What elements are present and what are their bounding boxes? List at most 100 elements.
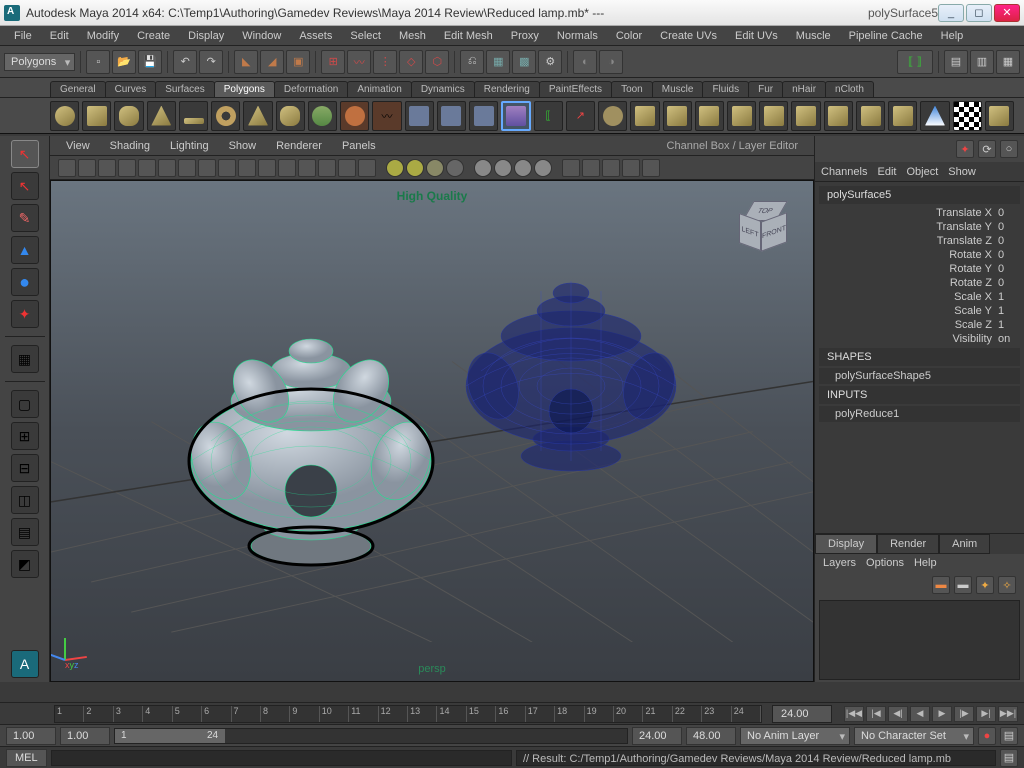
layout-four[interactable]: ⊞ (11, 422, 39, 450)
object-name[interactable]: polySurface5 (819, 186, 1020, 204)
layer-list[interactable] (819, 600, 1020, 680)
snap-curve-button[interactable]: 〰 (347, 50, 371, 74)
poly-cube-button[interactable] (82, 101, 111, 131)
module-dropdown[interactable]: Polygons (4, 53, 75, 71)
shelf-tab-ncloth[interactable]: nCloth (825, 81, 874, 97)
panel-btn[interactable] (198, 159, 216, 177)
panel-btn[interactable] (258, 159, 276, 177)
mirror-button[interactable] (630, 101, 659, 131)
panel-btn[interactable] (278, 159, 296, 177)
panel-btn[interactable] (298, 159, 316, 177)
panel-btn[interactable] (178, 159, 196, 177)
channel-row[interactable]: Translate X0 (815, 206, 1024, 220)
split-button[interactable] (856, 101, 885, 131)
shade-btn[interactable] (514, 159, 532, 177)
panel-btn[interactable] (78, 159, 96, 177)
maya-home-icon[interactable]: A (11, 650, 39, 678)
layout-persp[interactable]: ◩ (11, 550, 39, 578)
shelf-tab-fur[interactable]: Fur (748, 81, 783, 97)
uv-button[interactable] (985, 101, 1014, 131)
select-tool[interactable]: ↖ (11, 140, 39, 168)
script-lang[interactable]: MEL (6, 749, 47, 767)
play-back-button[interactable]: ◀ (910, 706, 930, 722)
current-frame[interactable]: 24.00 (772, 705, 832, 723)
layout-two-h[interactable]: ⊟ (11, 454, 39, 482)
ch-menu-channels[interactable]: Channels (821, 166, 867, 178)
new-scene-button[interactable]: ▫ (86, 50, 110, 74)
shelf-tab-animation[interactable]: Animation (347, 81, 411, 97)
panel-btn[interactable] (622, 159, 640, 177)
ch-menu-object[interactable]: Object (906, 166, 938, 178)
bridge-button[interactable]: ⟦ (534, 101, 563, 131)
normal-button[interactable] (759, 101, 788, 131)
panel-btn[interactable] (138, 159, 156, 177)
bevel-button[interactable] (791, 101, 820, 131)
panel-menu-shading[interactable]: Shading (102, 138, 158, 154)
shade-btn[interactable] (494, 159, 512, 177)
smooth-button[interactable] (598, 101, 627, 131)
panel-btn[interactable] (642, 159, 660, 177)
command-input[interactable] (51, 750, 512, 766)
script-editor-button[interactable]: ▤ (1000, 749, 1018, 767)
poly-sphere-button[interactable] (50, 101, 79, 131)
save-scene-button[interactable]: 💾 (138, 50, 162, 74)
menu-editmesh[interactable]: Edit Mesh (436, 28, 501, 44)
character-set-dropdown[interactable]: No Character Set (854, 727, 974, 745)
layer-menu-help[interactable]: Help (914, 557, 937, 569)
menu-help[interactable]: Help (933, 28, 972, 44)
tool-settings-toggle[interactable]: ▥ (970, 50, 994, 74)
layer-menu-layers[interactable]: Layers (823, 557, 856, 569)
viewcube[interactable]: TOP LEFT FRONT (737, 201, 793, 257)
input-line-toggle[interactable]: ⟦ ⟧ (897, 50, 933, 74)
layer-tab-anim[interactable]: Anim (939, 534, 990, 554)
channel-row[interactable]: Scale Z1 (815, 318, 1024, 332)
viewport[interactable]: High Quality persp (50, 180, 814, 682)
poly-pyramid-button[interactable] (243, 101, 272, 131)
menu-assets[interactable]: Assets (291, 28, 340, 44)
minimize-button[interactable]: _ (938, 4, 964, 22)
panel-btn[interactable] (158, 159, 176, 177)
shelf-tab-muscle[interactable]: Muscle (652, 81, 704, 97)
sync-icon[interactable]: ⟳ (978, 140, 996, 158)
range-start-outer[interactable]: 1.00 (6, 727, 56, 745)
render-button[interactable]: ▦ (486, 50, 510, 74)
menu-mesh[interactable]: Mesh (391, 28, 434, 44)
rewind-button[interactable]: |◀◀ (844, 706, 864, 722)
snap-grid-button[interactable]: ⊞ (321, 50, 345, 74)
panel-btn[interactable] (218, 159, 236, 177)
panel-menu-panels[interactable]: Panels (334, 138, 384, 154)
shelf-tab-painteffects[interactable]: PaintEffects (539, 81, 612, 97)
menu-window[interactable]: Window (234, 28, 289, 44)
poly-cone-button[interactable] (147, 101, 176, 131)
menu-edit[interactable]: Edit (42, 28, 77, 44)
shape-name[interactable]: polySurfaceShape5 (819, 368, 1020, 384)
light-btn[interactable] (426, 159, 444, 177)
poly-plane-button[interactable] (179, 101, 208, 131)
boolean-button[interactable] (469, 101, 498, 131)
shade-btn[interactable] (474, 159, 492, 177)
panel-menu-view[interactable]: View (58, 138, 98, 154)
range-start[interactable]: 1.00 (60, 727, 110, 745)
panel-btn[interactable] (358, 159, 376, 177)
light-btn[interactable] (406, 159, 424, 177)
manip-icon[interactable]: ✦ (956, 140, 974, 158)
channel-row[interactable]: Rotate X0 (815, 248, 1024, 262)
ch-menu-show[interactable]: Show (948, 166, 976, 178)
ch-menu-edit[interactable]: Edit (877, 166, 896, 178)
layer-btn[interactable]: ✧ (998, 576, 1016, 594)
ipvr-button[interactable]: ▩ (512, 50, 536, 74)
light-btn[interactable] (446, 159, 464, 177)
rotate-tool[interactable]: ● (11, 268, 39, 296)
autokey-button[interactable]: ● (978, 727, 996, 745)
scale-tool[interactable]: ✦ (11, 300, 39, 328)
channel-row[interactable]: Visibilityon (815, 332, 1024, 346)
menu-color[interactable]: Color (608, 28, 650, 44)
layer-btn[interactable]: ✦ (976, 576, 994, 594)
layer-btn[interactable]: ▬ (932, 576, 950, 594)
panel-btn[interactable] (238, 159, 256, 177)
channel-row[interactable]: Scale Y1 (815, 304, 1024, 318)
anim-layer-dropdown[interactable]: No Anim Layer (740, 727, 850, 745)
menu-createuvs[interactable]: Create UVs (652, 28, 725, 44)
shelf-tab-general[interactable]: General (50, 81, 106, 97)
menu-select[interactable]: Select (342, 28, 389, 44)
